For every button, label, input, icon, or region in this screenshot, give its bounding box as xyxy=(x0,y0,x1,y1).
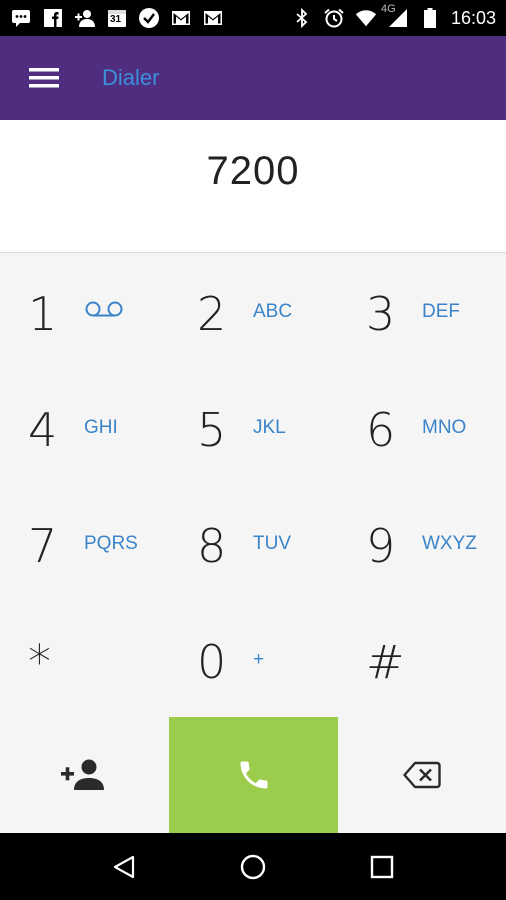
app-title: Dialer xyxy=(102,65,160,90)
voicemail-icon xyxy=(84,299,124,325)
bluetooth-icon xyxy=(291,7,313,29)
key-digit: 2 xyxy=(197,287,227,341)
add-contact-button[interactable] xyxy=(0,717,168,833)
key-5[interactable]: 5 JKL xyxy=(169,369,337,485)
key-digit: # xyxy=(366,635,405,689)
key-digit: 4 xyxy=(28,403,58,457)
key-digit: 0 xyxy=(197,635,227,689)
gmail-icon xyxy=(170,7,192,29)
check-icon xyxy=(138,7,160,29)
gmail-icon xyxy=(202,7,224,29)
key-3[interactable]: 3 DEF xyxy=(338,253,506,369)
status-bar: 31 4G 16:03 xyxy=(0,0,506,36)
key-2[interactable]: 2 ABC xyxy=(169,253,337,369)
key-7[interactable]: 7 PQRS xyxy=(0,485,168,601)
home-icon xyxy=(240,854,266,879)
action-row xyxy=(0,717,506,833)
backspace-icon xyxy=(403,761,441,789)
back-button[interactable] xyxy=(94,837,154,897)
key-letters: + xyxy=(253,649,265,670)
key-letters: ABC xyxy=(253,301,293,322)
calendar-icon: 31 xyxy=(106,7,128,29)
key-hash[interactable]: # xyxy=(338,601,506,717)
menu-button[interactable] xyxy=(0,36,88,120)
key-digit: 8 xyxy=(197,519,227,573)
key-digit: 5 xyxy=(197,403,227,457)
phone-icon xyxy=(240,761,267,789)
key-8[interactable]: 8 TUV xyxy=(169,485,337,601)
key-letters: TUV xyxy=(253,533,291,554)
keypad: 1 2 ABC 3 DEF 4 GHI 5 JKL 6 MNO 7 PQRS 8… xyxy=(0,253,506,717)
call-button[interactable] xyxy=(169,717,338,833)
menu-icon xyxy=(29,68,59,88)
key-4[interactable]: 4 GHI xyxy=(0,369,168,485)
key-letters: DEF xyxy=(422,301,460,322)
key-letters: JKL xyxy=(253,417,286,438)
message-icon xyxy=(10,7,32,29)
key-letters: GHI xyxy=(84,417,118,438)
status-time: 16:03 xyxy=(450,7,496,28)
back-icon xyxy=(114,855,135,878)
battery-icon xyxy=(419,7,441,29)
alarm-icon xyxy=(323,7,345,29)
nav-bar xyxy=(0,833,506,900)
home-button[interactable] xyxy=(223,837,283,897)
key-letters: WXYZ xyxy=(422,533,477,554)
app-bar: Dialer xyxy=(0,36,506,120)
recents-icon xyxy=(370,855,393,878)
key-digit: 1 xyxy=(28,287,58,341)
key-0[interactable]: 0 + xyxy=(169,601,337,717)
network-label: 4G xyxy=(380,3,396,15)
key-star[interactable]: * xyxy=(0,601,168,717)
key-digit: 9 xyxy=(366,519,396,573)
recents-button[interactable] xyxy=(352,837,412,897)
key-digit: 6 xyxy=(366,403,396,457)
key-digit: 7 xyxy=(28,519,58,573)
wifi-icon xyxy=(355,7,377,29)
dialed-number: 7200 xyxy=(206,148,300,193)
key-1[interactable]: 1 xyxy=(0,253,168,369)
key-6[interactable]: 6 MNO xyxy=(338,369,506,485)
number-display[interactable]: 7200 xyxy=(0,120,506,253)
key-letters: MNO xyxy=(422,417,467,438)
key-letters: PQRS xyxy=(84,533,138,554)
signal-icon: 4G xyxy=(381,3,409,29)
key-digit: 3 xyxy=(366,287,396,341)
facebook-icon xyxy=(42,7,64,29)
add-contact-icon xyxy=(61,759,104,790)
calendar-day: 31 xyxy=(110,14,122,25)
add-user-icon xyxy=(74,7,96,29)
backspace-button[interactable] xyxy=(338,717,506,833)
key-9[interactable]: 9 WXYZ xyxy=(338,485,506,601)
key-digit: * xyxy=(28,635,51,689)
